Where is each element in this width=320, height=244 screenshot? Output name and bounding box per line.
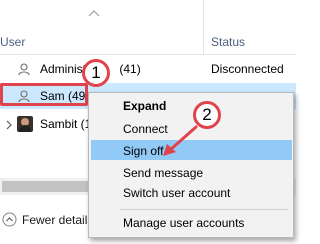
status-column-header[interactable]: Status <box>211 35 245 49</box>
callout-arrow-icon <box>163 125 198 156</box>
row-status: Disconnected <box>211 88 284 90</box>
callout-badge-one: 1 <box>82 59 110 87</box>
menu-separator <box>120 209 288 210</box>
avatar-photo-icon <box>17 116 33 132</box>
user-icon <box>18 63 30 76</box>
menu-item-label: Expand <box>123 99 167 113</box>
menu-item-label: Manage user accounts <box>123 216 245 230</box>
column-header-row <box>0 30 296 55</box>
menu-item-expand[interactable] <box>91 96 292 116</box>
chevron-up-circle-icon <box>2 212 17 227</box>
column-divider <box>203 0 204 54</box>
row-status: Disconnected <box>211 62 284 76</box>
callout-highlight-box <box>0 83 88 106</box>
row-user-name: Sambit (1 <box>40 117 92 131</box>
menu-item-label: Send message <box>123 166 204 180</box>
row-status-partial: Disconnected <box>211 78 295 90</box>
menu-item-label: Switch user account <box>123 186 231 200</box>
user-column-header[interactable]: User <box>0 35 25 49</box>
header-top-area <box>0 0 296 30</box>
chevron-right-icon[interactable] <box>4 120 14 130</box>
row-user-name: Administ <box>40 62 87 76</box>
fewer-details-label: Fewer details <box>22 213 94 227</box>
sort-chevron-up-icon[interactable] <box>88 9 100 17</box>
row-user-session: (41) <box>119 62 141 76</box>
